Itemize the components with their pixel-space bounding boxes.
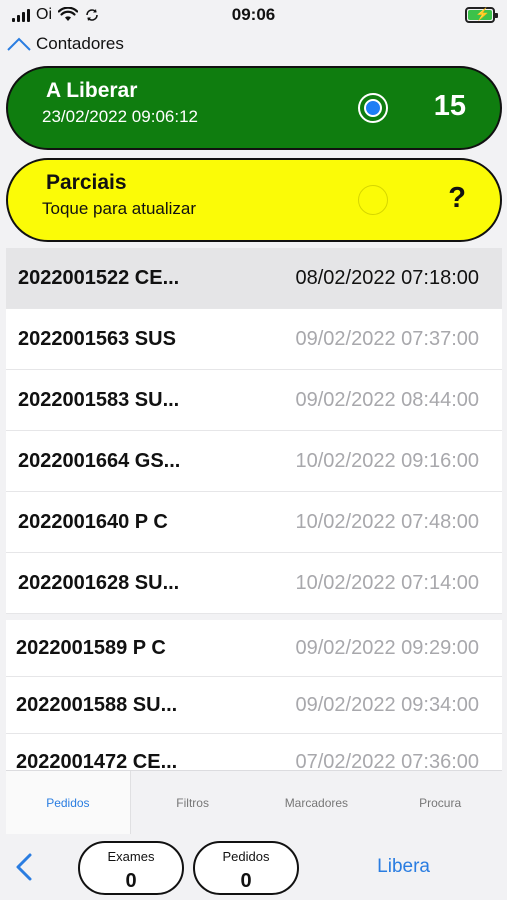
counter-title: Parciais — [46, 171, 127, 194]
clock: 09:06 — [231, 5, 276, 24]
sync-icon — [86, 9, 98, 21]
signal-icon — [12, 8, 30, 22]
exames-label: Exames — [107, 849, 155, 864]
chevron-up-icon — [7, 37, 31, 51]
carrier-label: Oi — [36, 6, 52, 23]
order-code: 2022001522 CE... — [18, 266, 180, 289]
tab-pedidos[interactable]: Pedidos — [6, 771, 131, 834]
list-item[interactable]: 2022001628 SU... 10/02/2022 07:14:00 — [6, 553, 502, 614]
tab-filtros[interactable]: Filtros — [131, 771, 255, 834]
battery-charging-icon: ⚡ — [465, 7, 498, 23]
counter-subtitle: Toque para atualizar — [42, 199, 197, 218]
wifi-icon — [58, 7, 78, 21]
order-date: 10/02/2022 07:48:00 — [295, 510, 479, 533]
order-date: 09/02/2022 08:44:00 — [295, 388, 479, 411]
list-item[interactable]: 2022001583 SU... 09/02/2022 08:44:00 — [6, 370, 502, 431]
exames-value: 0 — [125, 870, 137, 892]
back-to-contadores[interactable]: Contadores — [6, 34, 124, 54]
order-date: 10/02/2022 07:14:00 — [295, 571, 479, 594]
order-date: 10/02/2022 09:16:00 — [295, 449, 479, 472]
counter-subtitle: 23/02/2022 09:06:12 — [42, 107, 198, 126]
tab-marcadores[interactable]: Marcadores — [255, 771, 379, 834]
chevron-left-icon[interactable] — [12, 852, 36, 882]
pedidos-counter[interactable]: Pedidos 0 — [193, 841, 299, 895]
radio-unselected-icon[interactable] — [358, 185, 388, 215]
back-label: Contadores — [36, 34, 124, 53]
order-code: 2022001640 P C — [18, 510, 168, 533]
order-code: 2022001664 GS... — [18, 449, 181, 472]
bottom-toolbar: Exames 0 Pedidos 0 Libera — [0, 836, 507, 900]
list-item[interactable]: 2022001522 CE... 08/02/2022 07:18:00 — [6, 248, 502, 309]
radio-selected-icon[interactable] — [358, 93, 388, 123]
list-item[interactable]: 2022001664 GS... 10/02/2022 09:16:00 — [6, 431, 502, 492]
tab-bar: Pedidos Filtros Marcadores Procura — [6, 770, 502, 834]
list-item[interactable]: 2022001640 P C 10/02/2022 07:48:00 — [6, 492, 502, 553]
list-item[interactable]: 2022001588 SU... 09/02/2022 09:34:00 — [6, 677, 502, 734]
counter-value: 15 — [433, 90, 466, 122]
pedidos-label: Pedidos — [222, 849, 270, 864]
pedidos-value: 0 — [240, 870, 252, 892]
order-date: 08/02/2022 07:18:00 — [295, 266, 479, 289]
order-date: 09/02/2022 09:34:00 — [295, 693, 479, 716]
counter-value: ? — [448, 182, 466, 214]
counter-title: A Liberar — [46, 79, 138, 102]
order-code: 2022001563 SUS — [18, 327, 176, 350]
tab-procura[interactable]: Procura — [378, 771, 502, 834]
status-left: Oi — [12, 6, 172, 24]
status-bar: Oi 09:06 ⚡ — [0, 0, 507, 30]
exames-counter[interactable]: Exames 0 — [78, 841, 184, 895]
order-code: 2022001628 SU... — [18, 571, 180, 594]
list-item[interactable]: 2022001589 P C 09/02/2022 09:29:00 — [6, 620, 502, 677]
order-code: 2022001583 SU... — [18, 388, 180, 411]
orders-list-secondary: 2022001589 P C 09/02/2022 09:29:00 20220… — [6, 620, 502, 791]
counter-a-liberar[interactable]: A Liberar 23/02/2022 09:06:12 15 — [6, 66, 502, 150]
order-date: 09/02/2022 07:37:00 — [295, 327, 479, 350]
libera-button[interactable]: Libera — [377, 856, 430, 878]
order-code: 2022001588 SU... — [16, 693, 178, 716]
counter-parciais[interactable]: Parciais Toque para atualizar ? — [6, 158, 502, 242]
order-date: 09/02/2022 09:29:00 — [295, 636, 479, 659]
list-item[interactable]: 2022001563 SUS 09/02/2022 07:37:00 — [6, 309, 502, 370]
order-code: 2022001589 P C — [16, 636, 166, 659]
orders-list: 2022001522 CE... 08/02/2022 07:18:00 202… — [6, 248, 502, 791]
status-right: ⚡ — [335, 7, 498, 23]
